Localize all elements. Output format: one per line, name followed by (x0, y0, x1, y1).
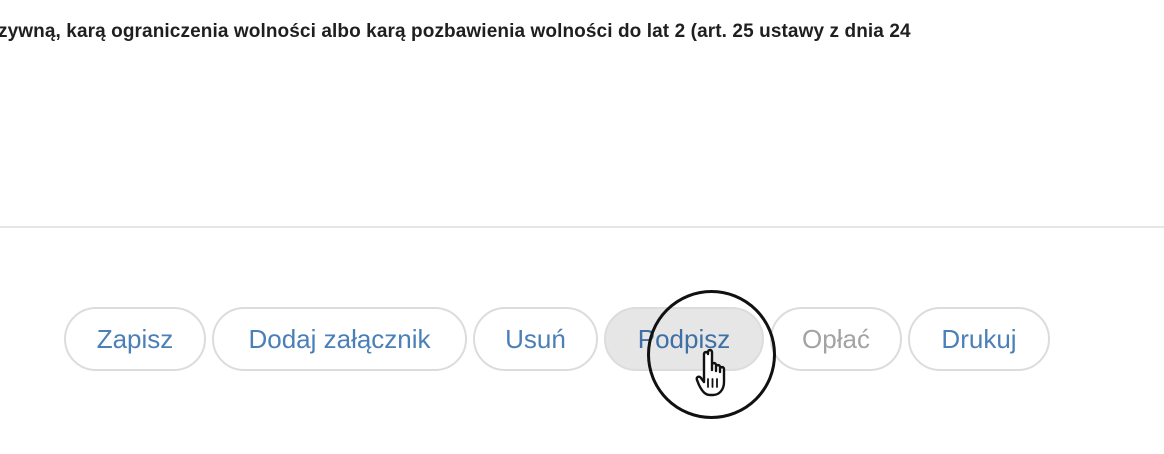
action-toolbar: Zapisz Dodaj załącznik Usuń Podpisz Opła… (64, 307, 1050, 371)
page: zywną, karą ograniczenia wolności albo k… (0, 0, 1164, 454)
section-divider (0, 226, 1164, 228)
add-attachment-button[interactable]: Dodaj załącznik (212, 307, 467, 371)
delete-button[interactable]: Usuń (473, 307, 598, 371)
save-button[interactable]: Zapisz (64, 307, 206, 371)
legal-notice-text: zywną, karą ograniczenia wolności albo k… (0, 21, 911, 42)
print-button[interactable]: Drukuj (908, 307, 1050, 371)
pay-button: Opłać (770, 307, 902, 371)
sign-button[interactable]: Podpisz (604, 307, 764, 371)
